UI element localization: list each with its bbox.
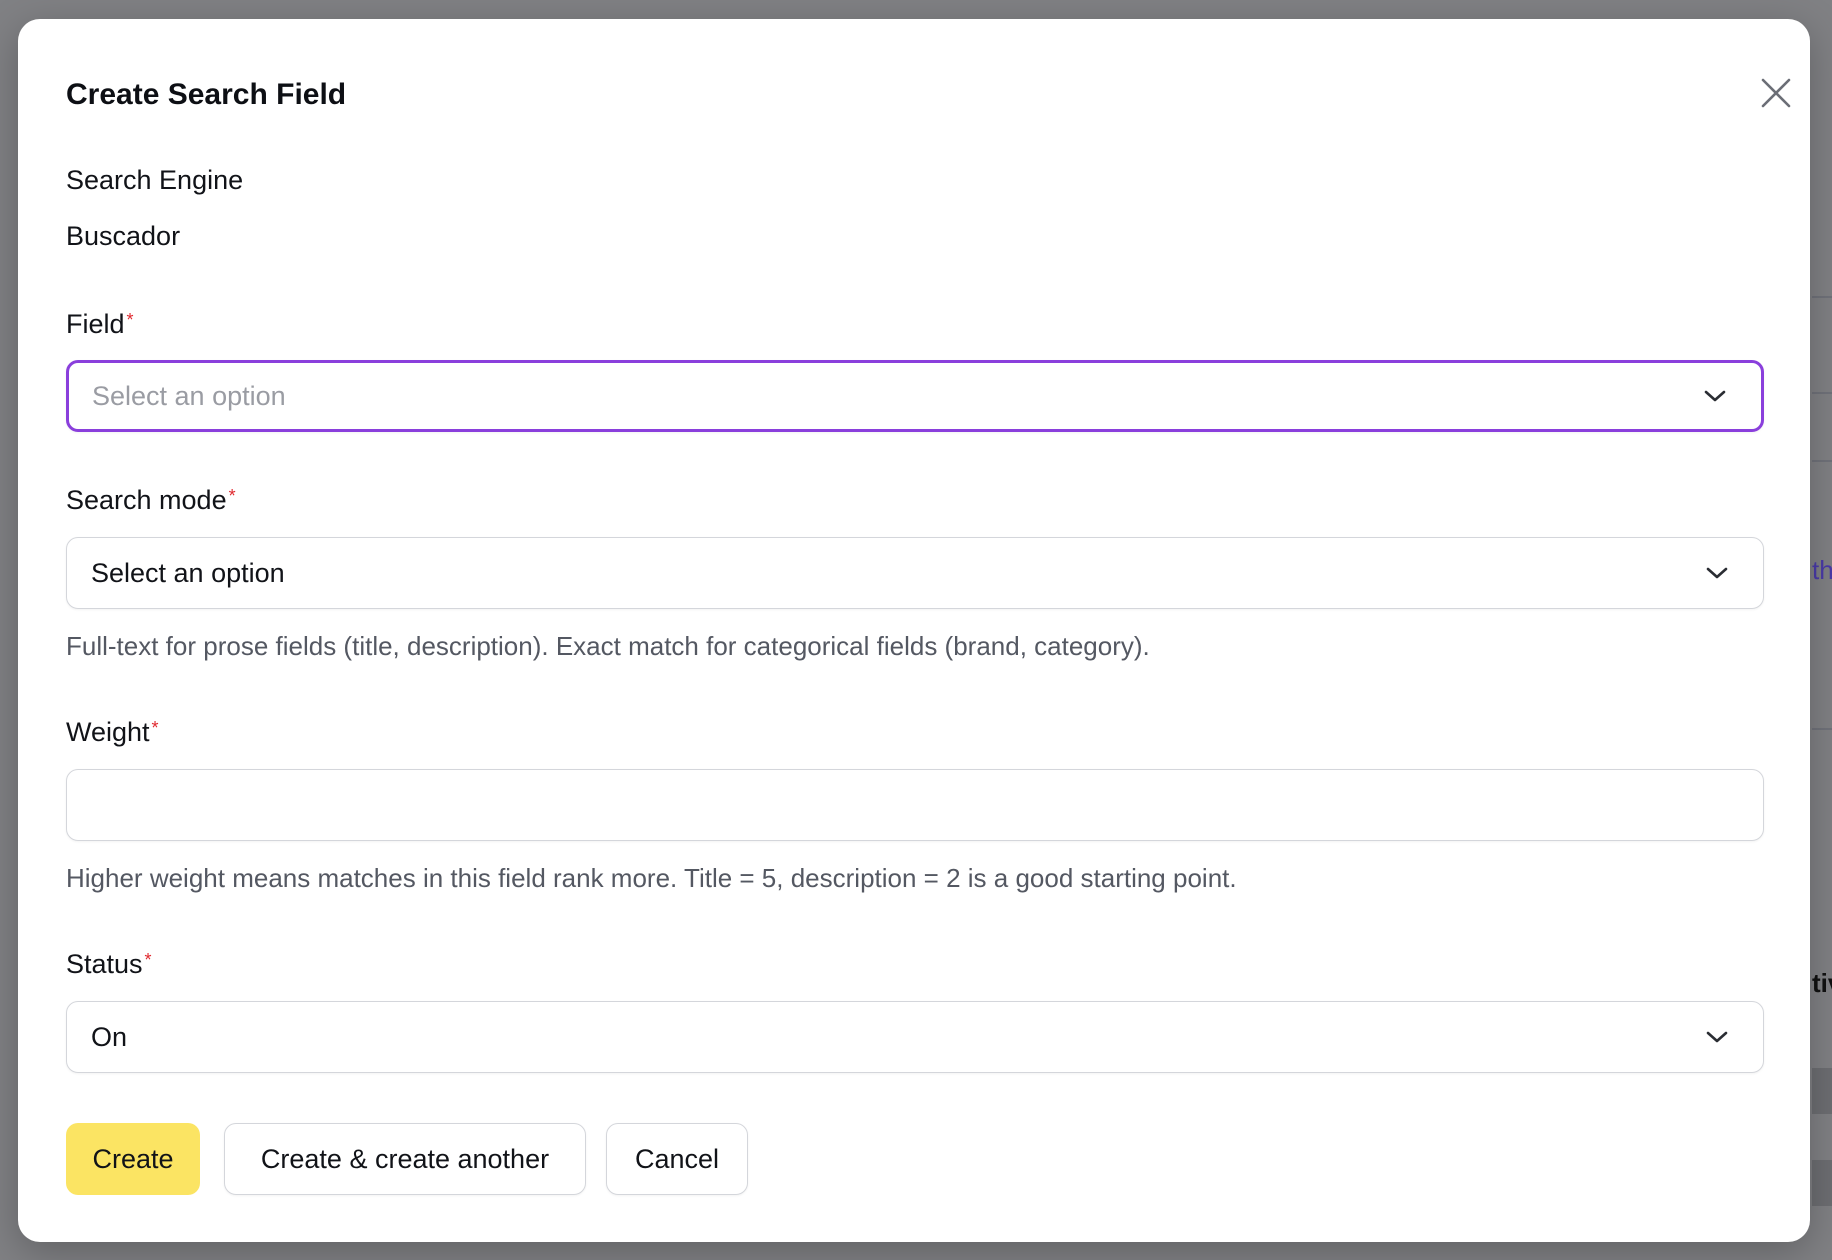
modal-title: Create Search Field	[66, 78, 347, 111]
search-mode-select[interactable]: Select an option	[66, 537, 1764, 609]
close-button[interactable]	[1738, 55, 1814, 131]
field-label-text: Field	[66, 309, 125, 339]
required-marker: *	[126, 310, 134, 330]
background-link-fragment: th	[1812, 555, 1832, 585]
weight-helper-text: Higher weight means matches in this fiel…	[66, 863, 1237, 893]
create-and-create-another-button[interactable]: Create & create another	[224, 1123, 586, 1195]
search-mode-label-text: Search mode	[66, 485, 227, 515]
status-label: Status *	[66, 947, 152, 981]
background-block	[1812, 1160, 1832, 1206]
create-search-field-modal: Create Search Field Search Engine Buscad…	[18, 19, 1810, 1242]
search-mode-helper-text: Full-text for prose fields (title, descr…	[66, 631, 1150, 661]
search-mode-label: Search mode *	[66, 483, 236, 517]
status-select-value: On	[91, 1021, 128, 1052]
create-button[interactable]: Create	[66, 1123, 200, 1195]
search-mode-select-value: Select an option	[91, 557, 285, 588]
required-marker: *	[151, 718, 159, 738]
chevron-down-icon	[1703, 389, 1727, 403]
chevron-down-icon	[1705, 1030, 1729, 1044]
weight-label-text: Weight	[66, 717, 150, 747]
background-block	[1812, 1068, 1832, 1114]
status-select[interactable]: On	[66, 1001, 1764, 1073]
search-engine-value: Buscador	[66, 221, 181, 251]
background-divider	[1812, 392, 1832, 394]
status-label-text: Status	[66, 949, 143, 979]
field-select[interactable]: Select an option	[66, 360, 1764, 432]
weight-input[interactable]	[66, 769, 1764, 841]
background-heading-fragment: tiv	[1812, 968, 1832, 998]
required-marker: *	[144, 950, 152, 970]
cancel-button[interactable]: Cancel	[606, 1123, 748, 1195]
chevron-down-icon	[1705, 566, 1729, 580]
required-marker: *	[228, 486, 236, 506]
close-icon	[1761, 78, 1791, 108]
search-engine-label: Search Engine	[66, 165, 244, 195]
background-divider	[1812, 296, 1832, 298]
background-divider	[1812, 728, 1832, 730]
field-label: Field *	[66, 307, 134, 341]
background-divider	[1812, 460, 1832, 462]
field-select-placeholder: Select an option	[92, 380, 286, 411]
weight-label: Weight *	[66, 715, 159, 749]
